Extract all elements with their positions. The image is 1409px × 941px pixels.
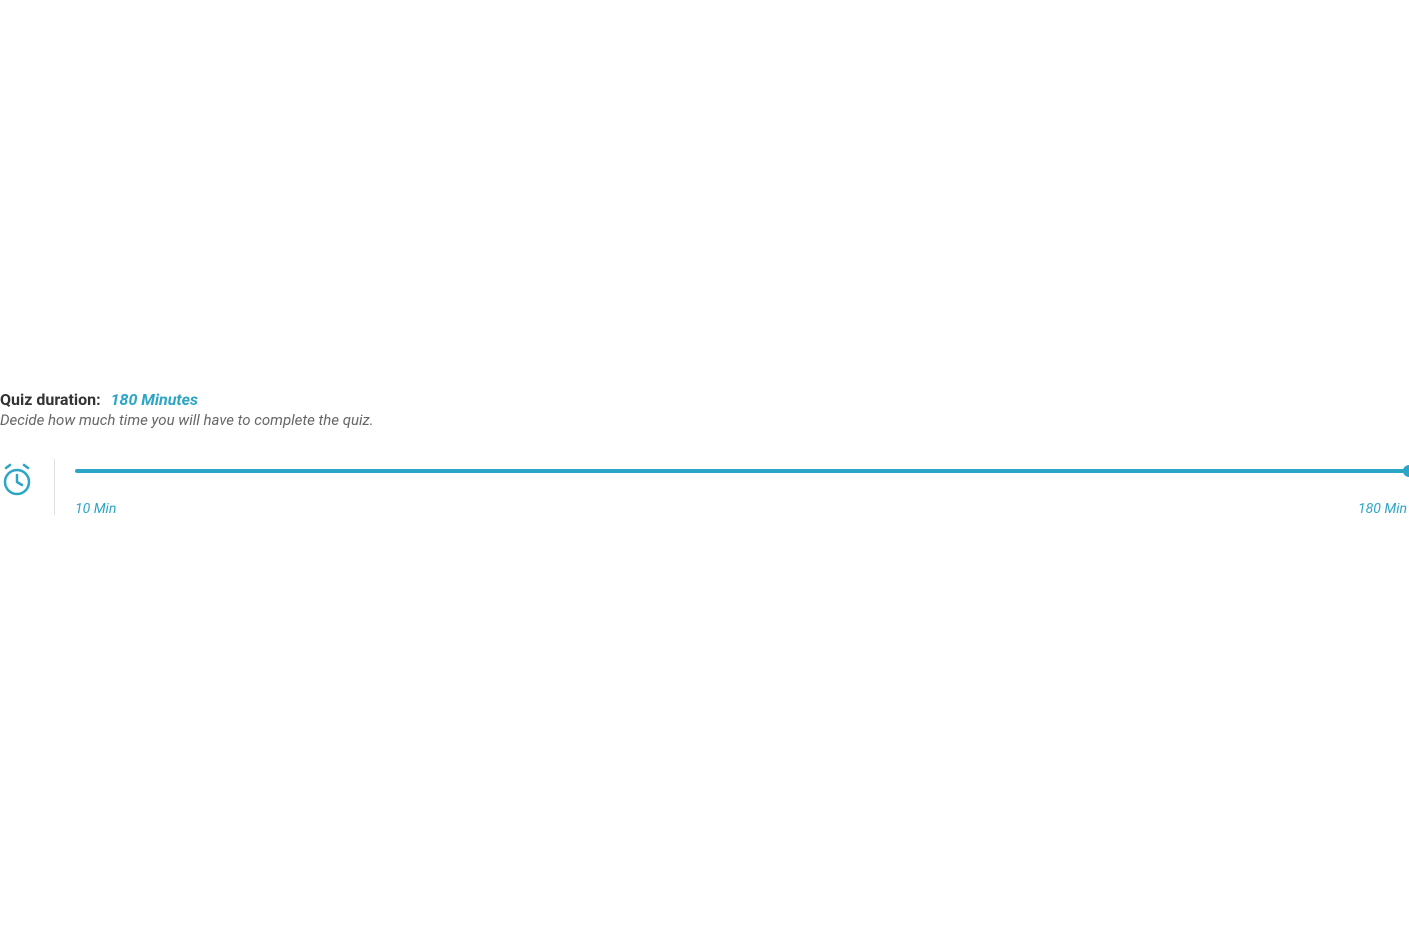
- duration-slider[interactable]: [75, 469, 1409, 473]
- duration-label: Quiz duration:: [0, 390, 101, 409]
- slider-labels: 10 Min 180 Min: [75, 501, 1409, 517]
- clock-icon: [0, 463, 34, 497]
- slider-max-label: 180 Min: [1358, 501, 1407, 517]
- quiz-duration-section: Quiz duration: 180 Minutes Decide how mu…: [0, 390, 1409, 517]
- duration-description: Decide how much time you will have to co…: [0, 411, 1409, 429]
- slider-thumb[interactable]: [1403, 465, 1409, 477]
- duration-header: Quiz duration: 180 Minutes: [0, 390, 1409, 409]
- vertical-divider: [54, 459, 55, 515]
- duration-slider-row: 10 Min 180 Min: [0, 459, 1409, 517]
- slider-min-label: 10 Min: [75, 501, 116, 517]
- duration-slider-container: 10 Min 180 Min: [75, 459, 1409, 517]
- clock-icon-wrap: [0, 459, 34, 497]
- duration-value: 180 Minutes: [111, 390, 198, 409]
